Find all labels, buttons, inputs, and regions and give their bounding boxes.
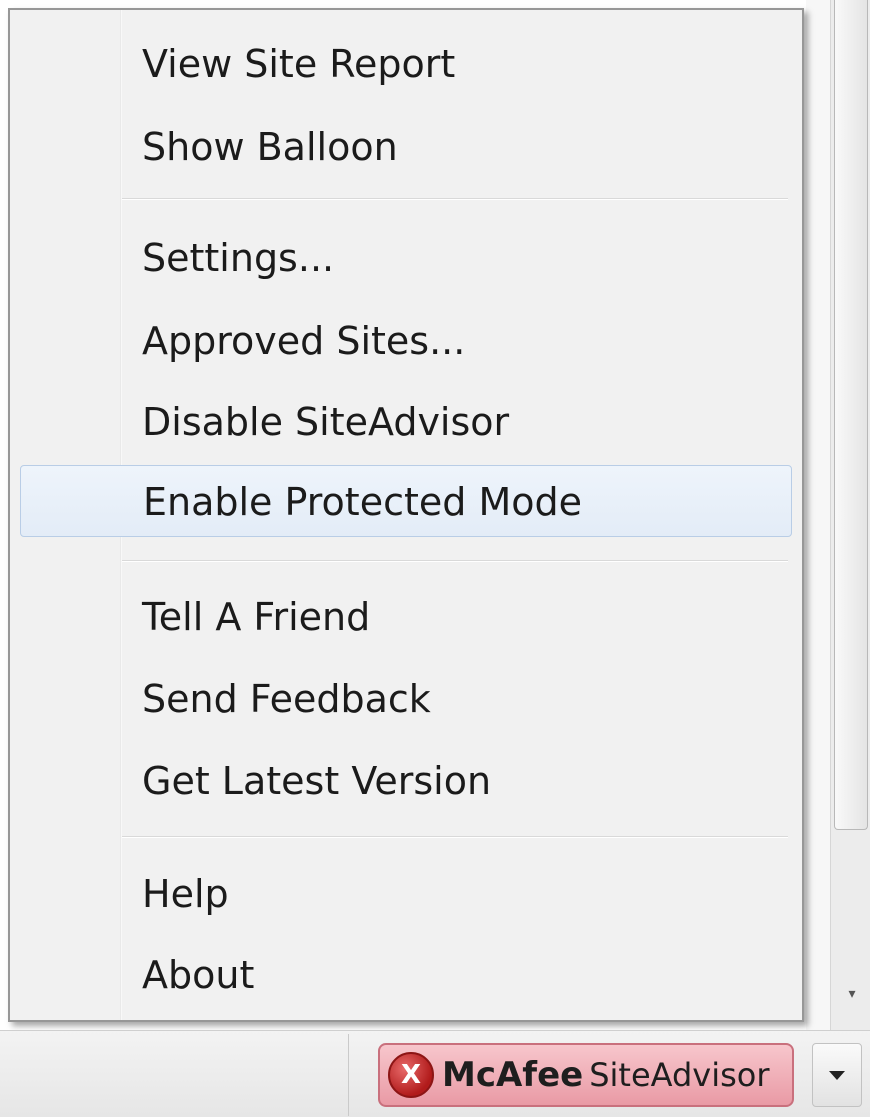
menu-separator	[122, 560, 788, 562]
menu-item-tell-a-friend[interactable]: Tell A Friend	[10, 581, 802, 653]
status-bar-divider	[348, 1034, 349, 1116]
menu-item-enable-protected-mode[interactable]: Enable Protected Mode	[20, 465, 792, 537]
menu-item-send-feedback[interactable]: Send Feedback	[10, 663, 802, 735]
menu-item-get-latest-version[interactable]: Get Latest Version	[10, 745, 802, 817]
menu-item-show-balloon[interactable]: Show Balloon	[10, 111, 802, 183]
siteadvisor-brand: McAfee	[442, 1055, 584, 1095]
x-icon: X	[388, 1052, 434, 1098]
menu-separator	[122, 198, 788, 200]
menu-separator	[122, 836, 788, 838]
siteadvisor-status-button[interactable]: X McAfee SiteAdvisor	[378, 1043, 794, 1107]
scrollbar-thumb[interactable]	[834, 0, 868, 830]
chevron-down-icon	[829, 1070, 845, 1080]
siteadvisor-menu-dropdown-button[interactable]	[812, 1043, 862, 1107]
siteadvisor-product: SiteAdvisor	[589, 1056, 770, 1094]
scroll-down-arrow-icon[interactable]: ▾	[842, 984, 862, 1004]
menu-item-approved-sites[interactable]: Approved Sites...	[10, 305, 802, 377]
menu-item-disable-siteadvisor[interactable]: Disable SiteAdvisor	[10, 386, 802, 458]
menu-item-settings[interactable]: Settings...	[10, 222, 802, 294]
siteadvisor-context-menu: View Site Report Show Balloon Settings..…	[8, 8, 804, 1022]
menu-item-about[interactable]: About	[10, 939, 802, 1011]
menu-item-view-site-report[interactable]: View Site Report	[10, 28, 802, 100]
menu-item-help[interactable]: Help	[10, 858, 802, 930]
